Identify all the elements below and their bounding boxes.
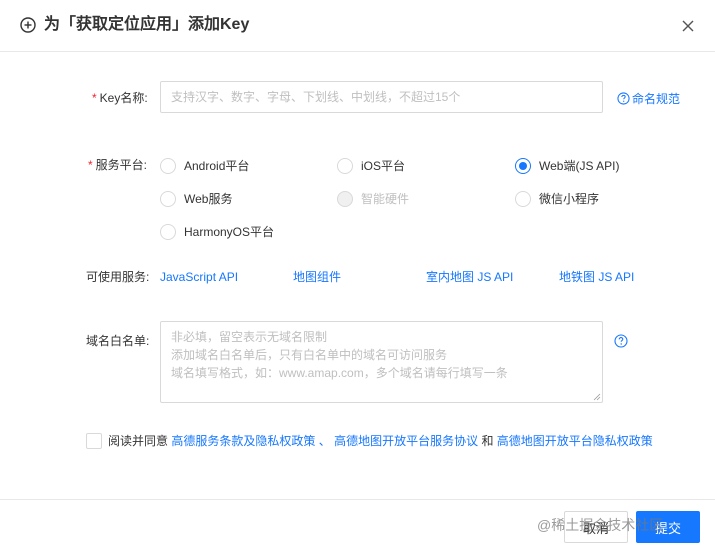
required-mark: * — [92, 91, 97, 105]
radio-web-service[interactable]: Web服务 — [160, 190, 232, 207]
close-icon[interactable] — [680, 18, 696, 34]
privacy-policy-link[interactable]: 高德地图开放平台隐私权政策 — [497, 432, 653, 449]
service-agreement-link[interactable]: 高德地图开放平台服务协议 — [334, 432, 478, 449]
radio-circle-icon — [337, 157, 353, 174]
services-label: 可使用服务: — [86, 270, 150, 284]
radio-web-js-api[interactable]: Web端(JS API) — [515, 157, 619, 174]
submit-button[interactable]: 提交 — [636, 511, 700, 543]
terms-privacy-link[interactable]: 高德服务条款及隐私权政策 — [171, 432, 315, 449]
service-link-indoor-map[interactable]: 室内地图 JS API — [426, 269, 513, 285]
radio-android[interactable]: Android平台 — [160, 157, 249, 174]
key-name-input[interactable] — [160, 81, 603, 113]
dialog-header: 为「获取定位应用」添加Key — [0, 0, 715, 52]
radio-harmonyos[interactable]: HarmonyOS平台 — [160, 223, 274, 240]
placeholder-line: 非必填，留空表示无域名限制 — [171, 330, 328, 344]
domain-whitelist-textarea[interactable]: 非必填，留空表示无域名限制 添加域名白名单后，只有白名单中的域名可访问服务 域名… — [160, 321, 603, 403]
help-icon[interactable] — [614, 334, 628, 348]
agreement-separator: 、 — [318, 434, 331, 448]
radio-circle-icon — [337, 190, 353, 207]
question-icon — [617, 92, 630, 105]
service-link-map-components[interactable]: 地图组件 — [293, 269, 341, 285]
radio-circle-icon — [515, 190, 531, 207]
radio-circle-icon — [160, 223, 176, 240]
placeholder-line: 域名填写格式，如：www.amap.com，多个域名请每行填写一条 — [171, 366, 508, 380]
agreement-row: 阅读并同意 高德服务条款及隐私权政策 、 高德地图开放平台服务协议 和 高德地图… — [86, 432, 653, 449]
service-link-javascript-api[interactable]: JavaScript API — [160, 269, 238, 285]
radio-circle-icon — [160, 157, 176, 174]
agreement-and: 和 — [481, 434, 494, 448]
required-mark: * — [88, 158, 93, 172]
platform-label: * 服务平台: — [88, 158, 148, 172]
radio-checked-icon — [515, 157, 531, 174]
naming-rules-link[interactable]: 命名规范 — [617, 90, 680, 107]
add-circle-icon — [20, 17, 36, 33]
radio-circle-icon — [160, 190, 176, 207]
radio-smart-hardware: 智能硬件 — [337, 190, 409, 207]
agreement-checkbox[interactable] — [86, 432, 102, 449]
cancel-button[interactable]: 取消 — [564, 511, 628, 543]
resize-handle-icon[interactable] — [593, 393, 601, 401]
agreement-prefix: 阅读并同意 — [108, 434, 169, 448]
key-name-label: * Key名称: — [92, 91, 148, 105]
placeholder-line: 添加域名白名单后，只有白名单中的域名可访问服务 — [171, 348, 448, 362]
radio-wechat-miniprogram[interactable]: 微信小程序 — [515, 190, 599, 207]
radio-ios[interactable]: iOS平台 — [337, 157, 405, 174]
service-link-subway-map[interactable]: 地铁图 JS API — [559, 269, 634, 285]
domain-whitelist-label: 域名白名单: — [86, 334, 150, 348]
dialog-title: 为「获取定位应用」添加Key — [44, 16, 250, 33]
naming-rules-label[interactable]: 命名规范 — [632, 90, 680, 107]
